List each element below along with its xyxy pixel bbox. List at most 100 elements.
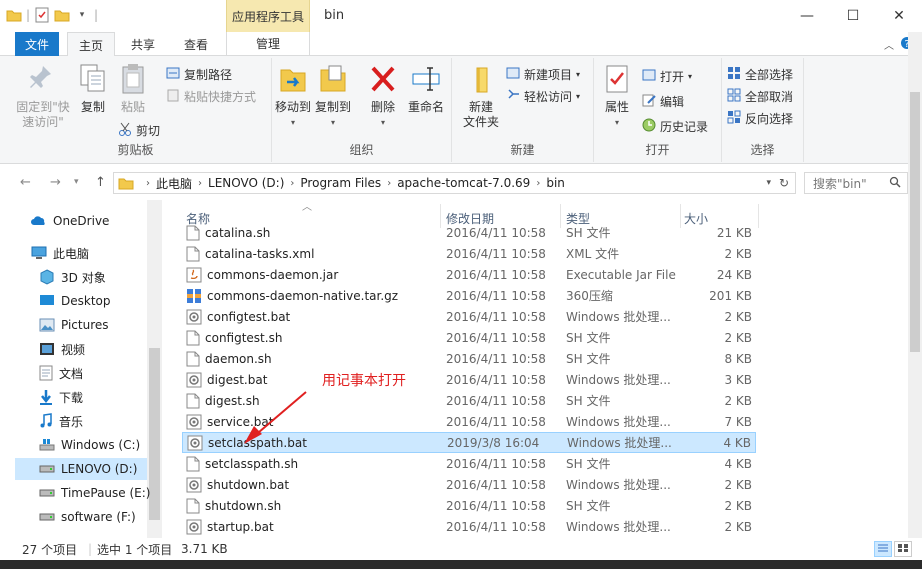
sort-chevron-icon: ︿ [302,202,312,213]
file-row[interactable]: shutdown.bat 2016/4/11 10:58 Windows 批处理..… [182,474,756,495]
chevron-up-icon[interactable]: ︿ [884,37,894,52]
file-row[interactable]: commons-daemon-native.tar.gz 2016/4/11 10… [182,285,756,306]
up-arrow-icon[interactable]: ↑ [95,175,106,190]
item-count: 27 个项目 [22,542,78,557]
refresh-icon[interactable]: ↻ [779,176,789,190]
file-row[interactable]: setclasspath.sh 2016/4/11 10:58 SH 文件 4 KB [182,453,756,474]
tab-file[interactable]: 文件 [15,32,59,56]
large-icons-view-icon [897,542,909,556]
address-dropdown-icon[interactable]: ▾ [766,178,771,188]
minimize-button[interactable]: — [784,0,830,32]
selected-size: 3.71 KB [181,542,228,556]
breadcrumb-item[interactable]: apache-tomcat-7.0.69 [397,176,530,190]
nav-item[interactable]: 音乐 [15,410,147,432]
select-all-button[interactable]: 全部选择 [727,66,793,83]
history-button[interactable]: 历史记录 [642,118,708,135]
invert-selection-icon [727,110,741,127]
invert-selection-button[interactable]: 反向选择 [727,110,793,127]
file-row[interactable]: startup.bat 2016/4/11 10:58 Windows 批处理...… [182,516,756,537]
move-to-button[interactable]: 移动到 ▾ [274,62,312,130]
properties-icon[interactable] [34,7,50,23]
edit-button[interactable]: 编辑 [642,93,684,110]
back-arrow-icon[interactable]: ← [20,175,31,190]
chevron-right-icon: › [198,177,203,189]
file-row[interactable]: catalina-tasks.xml 2016/4/11 10:58 XML 文件 2… [182,243,756,264]
breadcrumb-item[interactable]: 此电脑 [156,175,192,192]
nav-item[interactable]: software (F:) [15,506,147,528]
file-type: SH 文件 [566,352,611,366]
file-row[interactable]: daemon.sh 2016/4/11 10:58 SH 文件 8 KB [182,348,756,369]
window-scroll-thumb[interactable] [910,92,920,352]
music-icon [39,413,53,429]
file-icon [186,330,200,346]
file-row[interactable]: configtest.bat 2016/4/11 10:58 Windows 批处理… [182,306,756,327]
breadcrumb-item[interactable]: LENOVO (D:) [208,176,284,190]
computer-icon [31,246,47,260]
file-date: 2016/4/11 10:58 [446,414,546,429]
nav-item[interactable]: OneDrive [15,210,147,232]
breadcrumb-item[interactable]: Program Files [300,176,381,190]
file-date: 2016/4/11 10:58 [446,225,546,240]
new-folder-button[interactable]: 新建 文件夹 [458,62,504,130]
details-view-button[interactable] [874,541,892,557]
copy-to-button[interactable]: 复制到 ▾ [314,62,352,130]
window-scrollbar[interactable] [908,32,922,538]
nav-item[interactable]: LENOVO (D:) [15,458,147,480]
paste-button[interactable]: 粘贴 [116,62,150,115]
forward-arrow-icon[interactable]: → [50,175,61,190]
cut-button[interactable]: 剪切 [118,122,160,139]
nav-item[interactable]: 下载 [15,386,147,408]
chevron-right-icon: › [146,177,150,189]
file-row[interactable]: digest.bat 2016/4/11 10:58 Windows 批处理... 3… [182,369,756,390]
recent-chevron-icon[interactable]: ▾ [74,177,79,187]
file-name: startup.bat [207,519,274,534]
tab-share[interactable]: 共享 [121,32,165,56]
file-name-cell: configtest.bat [186,309,290,325]
nav-item[interactable]: Pictures [15,314,147,336]
nav-item[interactable]: Desktop [15,290,147,312]
search-box[interactable]: 搜索"bin" [804,172,908,194]
copy-path-button[interactable]: 复制路径 [166,66,232,83]
easy-access-button[interactable]: 轻松访问 ▾ [506,88,580,105]
tab-view[interactable]: 查看 [174,32,218,56]
large-icons-view-button[interactable] [894,541,912,557]
properties-button[interactable]: 属性 ▾ [600,62,634,130]
ribbon: 固定到"快 速访问" 复制 粘贴 复制路径 粘贴快捷方式 剪切 剪贴板 移动到 … [0,56,922,164]
address-bar[interactable]: › 此电脑 › LENOVO (D:) › Program Files › ap… [113,172,796,194]
nav-scroll-thumb[interactable] [149,348,160,520]
file-row[interactable]: configtest.sh 2016/4/11 10:58 SH 文件 2 KB [182,327,756,348]
nav-item[interactable]: 此电脑 [15,242,147,264]
nav-item[interactable]: 3D 对象 [15,266,147,288]
rename-button[interactable]: 重命名 [404,62,448,115]
file-name: daemon.sh [205,351,272,366]
file-row[interactable]: shutdown.sh 2016/4/11 10:58 SH 文件 2 KB [182,495,756,516]
search-placeholder: 搜索"bin" [813,176,867,191]
file-row[interactable]: catalina.sh 2016/4/11 10:58 SH 文件 21 KB [182,222,756,243]
nav-item[interactable]: TimePause (E:) [15,482,151,504]
selected-count: 选中 1 个项目 [97,542,173,557]
tab-manage[interactable]: 管理 [226,32,310,56]
nav-item[interactable]: 文档 [15,362,147,384]
copy-button[interactable]: 复制 [76,62,110,115]
tab-home[interactable]: 主页 [67,32,115,57]
chevron-down-icon[interactable]: ▾ [74,7,90,23]
file-date: 2016/4/11 10:58 [446,330,546,345]
file-size: 2 KB [724,330,752,345]
paste-shortcut-button[interactable]: 粘贴快捷方式 [166,88,256,105]
open-button[interactable]: 打开 ▾ [642,68,692,85]
file-icon [186,351,200,367]
new-folder-icon[interactable] [54,7,70,23]
close-button[interactable]: ✕ [876,0,922,32]
maximize-button[interactable]: ☐ [830,0,876,32]
breadcrumb-item[interactable]: bin [546,176,565,190]
pin-quick-access-button[interactable]: 固定到"快 速访问" [14,62,72,130]
nav-item[interactable]: Windows (C:) [15,434,147,456]
select-none-button[interactable]: 全部取消 [727,88,793,105]
nav-item[interactable]: 视频 [15,338,147,360]
group-open: 属性 ▾ 打开 ▾ 编辑 历史记录 打开 [594,58,722,162]
nav-item-label: TimePause (E:) [61,486,151,500]
delete-button[interactable]: 删除 ▾ [366,62,400,130]
new-item-button[interactable]: 新建项目 ▾ [506,66,580,83]
file-row[interactable]: commons-daemon.jar 2016/4/11 10:58 Executa… [182,264,756,285]
file-date: 2016/4/11 10:58 [446,393,546,408]
